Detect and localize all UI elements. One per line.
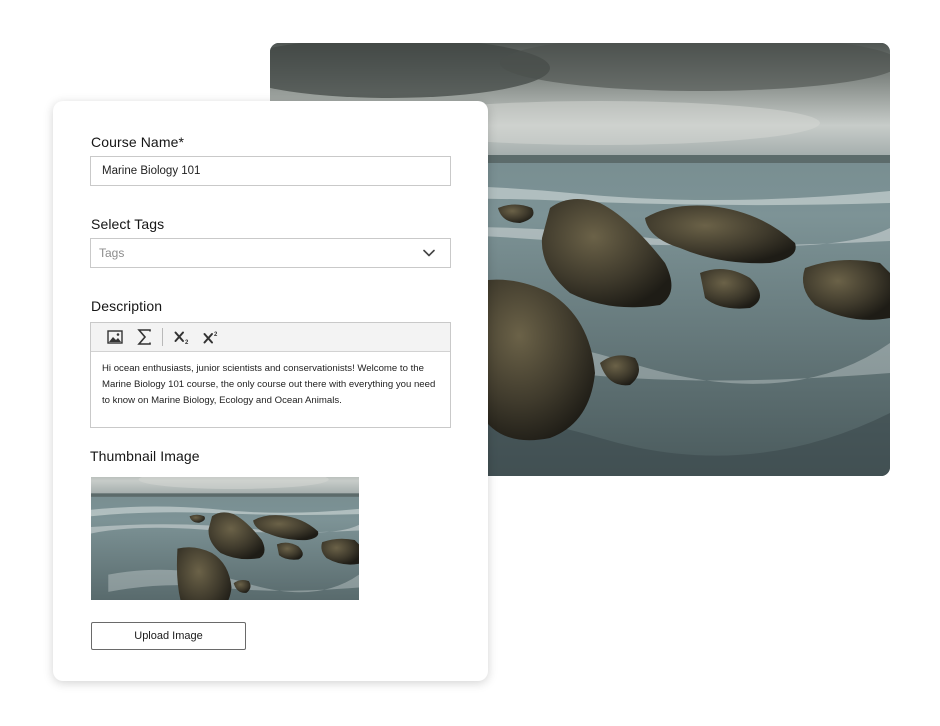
sigma-icon [136,329,151,345]
tags-select[interactable]: Tags [90,238,451,268]
description-editor[interactable]: 2 2 Hi ocean enthusiasts, junior scienti… [90,322,451,428]
editor-toolbar: 2 2 [91,323,450,352]
tags-placeholder: Tags [99,246,125,260]
superscript-icon: 2 [203,332,218,343]
description-label: Description [91,298,163,314]
toolbar-divider [162,328,163,346]
svg-text:2: 2 [214,332,218,338]
course-name-label: Course Name* [91,134,185,150]
subscript-icon: 2 [174,331,189,345]
thumbnail-label: Thumbnail Image [90,448,200,464]
superscript-button[interactable]: 2 [200,326,222,348]
chevron-down-icon [423,249,435,257]
description-text[interactable]: Hi ocean enthusiasts, junior scientists … [91,352,450,418]
svg-text:2: 2 [185,340,189,345]
course-name-input[interactable] [90,156,451,186]
insert-image-icon [107,330,123,344]
insert-image-button[interactable] [104,326,126,348]
select-tags-label: Select Tags [91,216,165,232]
upload-image-button[interactable]: Upload Image [91,622,246,650]
subscript-button[interactable]: 2 [171,326,193,348]
thumbnail-seascape [91,477,359,600]
equation-button[interactable] [133,326,155,348]
course-form-card: Course Name* Select Tags Tags Descriptio… [53,101,488,681]
thumbnail-image [91,477,359,600]
